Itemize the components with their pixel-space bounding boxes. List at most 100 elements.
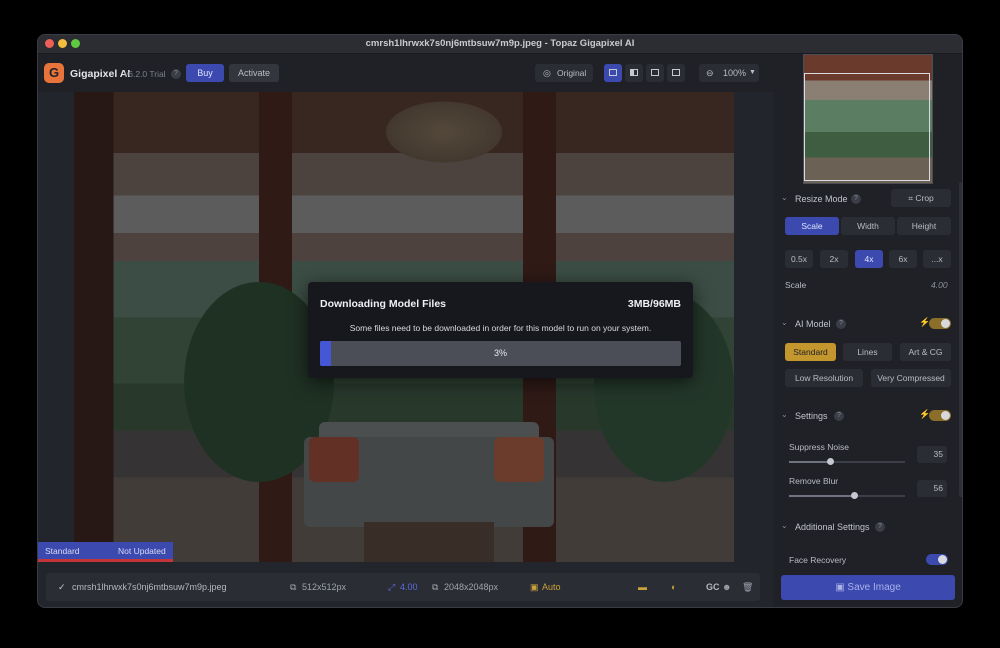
scale-arrows-icon: ⤢ [388, 582, 396, 592]
ai-model-toggle[interactable] [929, 318, 951, 329]
resize-mode-title: Resize Mode [795, 194, 848, 204]
model-art-cg[interactable]: Art & CG [900, 343, 951, 361]
remove-blur-label: Remove Blur [789, 476, 839, 486]
model-lines[interactable]: Lines [843, 343, 892, 361]
buy-button[interactable]: Buy [186, 64, 224, 82]
side-by-side-icon [651, 69, 659, 76]
zoom-value: 100% [723, 68, 747, 78]
resize-tab-width[interactable]: Width [841, 217, 895, 235]
side-by-side-view-button[interactable] [646, 64, 664, 82]
top-toolbar: G Gigapixel AI v6.2.0 Trial ? Buy Activa… [38, 54, 773, 92]
split-view-button[interactable] [625, 64, 643, 82]
queue-filename[interactable]: cmrsh1lhrwxk7s0nj6mtbsuw7m9p.jpeg [72, 582, 227, 592]
download-model-dialog: Downloading Model Files 3MB/96MB Some fi… [308, 282, 693, 378]
remove-blur-slider[interactable] [789, 492, 905, 499]
scale-label: Scale [785, 280, 807, 290]
slider-knob[interactable] [850, 492, 858, 499]
trash-icon[interactable]: 🗑 [742, 582, 753, 593]
output-size-icon: ⧉ [432, 582, 439, 592]
slider-fill [789, 461, 830, 463]
model-standard[interactable]: Standard [785, 343, 836, 361]
comparison-view-icon [672, 69, 680, 76]
resize-tab-height[interactable]: Height [897, 217, 951, 235]
single-view-button[interactable] [604, 64, 622, 82]
suppress-noise-slider[interactable] [789, 458, 905, 465]
gc-label[interactable]: GC [706, 582, 720, 592]
toggle-knob [938, 555, 947, 564]
window-title: cmrsh1lhrwxk7s0nj6mtbsuw7m9p.jpeg - Topa… [365, 38, 635, 49]
download-size: 3MB/96MB [627, 298, 681, 310]
dialog-title: Downloading Model Files [320, 298, 446, 310]
face-icon[interactable]: ☻ [722, 582, 731, 592]
download-progress-bar: 3% [320, 341, 681, 366]
slider-fill [789, 495, 854, 497]
help-icon[interactable]: ? [875, 522, 885, 532]
audio-wave-icon[interactable]: ◐ [671, 582, 676, 592]
scale-option-2x[interactable]: 2x [820, 250, 848, 268]
face-recovery-label: Face Recovery [789, 555, 847, 565]
save-disk-icon: ▣ [835, 582, 848, 593]
scale-option-6x[interactable]: 6x [889, 250, 917, 268]
model-low-resolution[interactable]: Low Resolution [785, 369, 863, 387]
chevron-down-icon: ▼ [749, 69, 756, 76]
progress-percent: 3% [493, 348, 507, 358]
scale-option-custom[interactable]: ...x [923, 250, 951, 268]
checkmark-icon[interactable]: ✓ [58, 582, 66, 593]
chevron-down-icon[interactable]: ⌄ [781, 410, 788, 419]
save-image-button[interactable]: ▣ Save Image [781, 575, 955, 600]
model-very-compressed[interactable]: Very Compressed [871, 369, 951, 387]
scale-option-0-5x[interactable]: 0.5x [785, 250, 813, 268]
original-label: Original [557, 68, 587, 78]
source-size-icon: ⧉ [290, 582, 297, 592]
auto-settings-icon: ▣ [530, 582, 539, 592]
chevron-down-icon[interactable]: ⌄ [781, 521, 788, 530]
comparison-view-button[interactable] [667, 64, 685, 82]
original-toggle-button[interactable]: ◎ Original [535, 64, 593, 82]
crop-button[interactable]: ⌗ Crop [891, 189, 951, 207]
navigator-viewport-box[interactable] [804, 73, 930, 181]
navigator-thumbnail[interactable] [803, 54, 933, 184]
scale-option-4x[interactable]: 4x [855, 250, 883, 268]
help-icon[interactable]: ? [834, 411, 844, 421]
slider-knob[interactable] [826, 458, 834, 465]
activate-button[interactable]: Activate [229, 64, 279, 82]
model-badge-label: Standard [45, 546, 80, 556]
model-status-badge: Standard Not Updated [38, 542, 173, 562]
zoom-magnifier-icon: ⊖ [706, 68, 714, 78]
app-window: cmrsh1lhrwxk7s0nj6mtbsuw7m9p.jpeg - Topa… [37, 34, 963, 608]
status-underline [38, 559, 173, 562]
settings-title: Settings [795, 411, 828, 421]
not-updated-label: Not Updated [118, 546, 166, 556]
resize-tab-scale[interactable]: Scale [785, 217, 839, 235]
split-view-icon [630, 69, 638, 76]
title-bar: cmrsh1lhrwxk7s0nj6mtbsuw7m9p.jpeg - Topa… [38, 35, 962, 54]
scale-value[interactable]: 4.00 [931, 280, 948, 290]
chevron-down-icon[interactable]: ⌄ [781, 193, 788, 202]
zoom-dropdown[interactable]: ⊖ 100% ▼ [699, 64, 759, 82]
save-image-label: Save Image [847, 582, 901, 593]
right-settings-panel: ⌄ Resize Mode ? ⌗ Crop Scale Width Heigh… [773, 54, 962, 607]
image-type-icon[interactable]: ▬ [638, 582, 647, 592]
settings-toggle[interactable] [929, 410, 951, 421]
auto-label[interactable]: Auto [542, 582, 561, 592]
crop-label: Crop [915, 193, 934, 203]
scale-value: 4.00 [400, 582, 418, 592]
toggle-knob [941, 411, 950, 420]
app-name: Gigapixel AI [70, 68, 131, 80]
suppress-noise-input[interactable]: 35 [917, 446, 947, 463]
help-icon[interactable]: ? [836, 319, 846, 329]
chevron-down-icon[interactable]: ⌄ [781, 318, 788, 327]
help-icon[interactable]: ? [851, 194, 861, 204]
suppress-noise-label: Suppress Noise [789, 442, 850, 452]
app-version: v6.2.0 Trial [124, 69, 166, 79]
single-view-icon [609, 69, 617, 76]
face-recovery-toggle[interactable] [926, 554, 948, 565]
remove-blur-input[interactable]: 56 [917, 480, 947, 497]
gigapixel-logo-icon: G [44, 63, 64, 83]
output-size: 2048x2048px [444, 582, 499, 592]
help-icon[interactable]: ? [171, 69, 181, 79]
image-queue-bar: ✓ cmrsh1lhrwxk7s0nj6mtbsuw7m9p.jpeg ⧉ 51… [46, 573, 760, 601]
source-size: 512x512px [302, 582, 347, 592]
additional-settings-title: Additional Settings [795, 522, 870, 532]
panel-scrollbar[interactable] [959, 182, 962, 497]
